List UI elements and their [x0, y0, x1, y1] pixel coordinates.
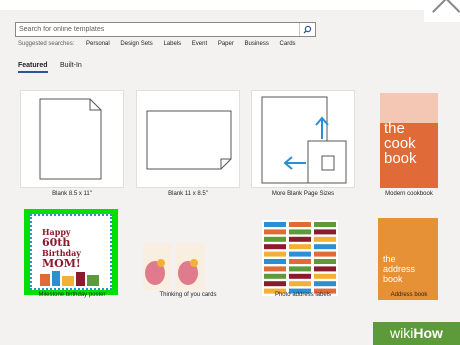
label-stripe: [289, 266, 311, 272]
label-stripe: [264, 222, 286, 227]
label-stripe: [289, 273, 311, 279]
top-strip: [0, 0, 460, 10]
label-stripe: [264, 236, 286, 242]
label-stripe: [314, 273, 336, 279]
label-stripe: [289, 251, 311, 257]
address-book-title: the address book: [383, 254, 415, 284]
label-stripe: [289, 244, 311, 250]
template-blank-portrait[interactable]: [20, 90, 124, 188]
cookbook-title: the cook book: [384, 121, 417, 166]
suggested-link-business[interactable]: Business: [245, 41, 269, 47]
template-modern-cookbook[interactable]: the cook book: [380, 93, 438, 188]
page-sizes-icon: [261, 96, 347, 184]
template-label: Photo address labels: [274, 292, 332, 298]
template-label: Thinking of you cards: [159, 292, 217, 298]
suggested-link-labels[interactable]: Labels: [163, 41, 181, 47]
cookbook-line-1: the: [384, 120, 405, 137]
template-label: Milestone birthday poster: [38, 292, 106, 298]
suggested-searches: Suggested searches: Personal Design Sets…: [18, 41, 305, 47]
label-stripe: [289, 281, 311, 287]
cookbook-line-3: book: [384, 150, 417, 167]
template-more-page-sizes[interactable]: [251, 90, 355, 188]
tab-built-in[interactable]: Built-In: [60, 62, 82, 69]
label-stripe: [314, 281, 336, 287]
template-thinking-of-you-cards[interactable]: [143, 243, 205, 290]
suggested-label: Suggested searches:: [18, 41, 75, 47]
label-stripe: [264, 273, 286, 279]
template-label: Blank 8.5 x 11": [52, 191, 92, 197]
blank-page-portrait-icon: [39, 98, 102, 180]
label-stripe: [264, 281, 286, 287]
address-labels-preview: [262, 220, 338, 296]
label-stripe: [289, 229, 311, 235]
label-stripe: [289, 222, 311, 227]
search-box[interactable]: [15, 22, 316, 37]
address-book-line-3: book: [383, 274, 403, 284]
address-book-line-1: the: [383, 254, 396, 264]
search-button[interactable]: [299, 23, 315, 36]
cards-preview: [143, 243, 205, 290]
label-stripe: [314, 266, 336, 272]
suggested-link-personal[interactable]: Personal: [86, 41, 110, 47]
label-stripe: [264, 259, 286, 264]
label-stripe: [289, 259, 311, 264]
label-stripe: [314, 222, 336, 227]
town-illustration: [40, 271, 99, 286]
template-label: Modern cookbook: [385, 191, 433, 197]
cookbook-line-2: cook: [384, 135, 416, 152]
template-blank-landscape[interactable]: [136, 90, 240, 188]
label-stripe: [264, 251, 286, 257]
cookbook-photo: [380, 93, 438, 123]
tab-featured[interactable]: Featured: [18, 62, 48, 73]
template-photo-address-labels[interactable]: [262, 220, 338, 296]
suggested-link-event[interactable]: Event: [192, 41, 207, 47]
label-stripe: [314, 229, 336, 235]
template-label: Address book: [390, 292, 428, 298]
template-address-book[interactable]: the address book: [378, 218, 438, 300]
wikihow-watermark: wikiHow: [373, 322, 460, 345]
watermark-how: How: [413, 325, 443, 341]
template-label: Blank 11 x 8.5": [168, 191, 208, 197]
search-input[interactable]: [19, 23, 299, 36]
blank-page-landscape-icon: [146, 110, 232, 170]
suggested-link-design-sets[interactable]: Design Sets: [120, 41, 152, 47]
template-milestone-birthday-poster[interactable]: Happy 60th Birthday MOM!: [24, 209, 118, 295]
watermark-wiki: wiki: [390, 325, 414, 341]
label-stripe: [314, 236, 336, 242]
birthday-poster-preview: Happy 60th Birthday MOM!: [30, 214, 112, 290]
label-stripe: [264, 229, 286, 235]
label-stripe: [314, 251, 336, 257]
label-stripe: [264, 244, 286, 250]
collapse-chevron-icon[interactable]: [424, 0, 460, 22]
birthday-poster-text: Happy 60th Birthday MOM!: [42, 228, 81, 270]
label-stripe: [289, 236, 311, 242]
label-stripe: [314, 244, 336, 250]
label-stripe: [264, 266, 286, 272]
address-book-line-2: address: [383, 264, 416, 274]
suggested-link-cards[interactable]: Cards: [280, 41, 296, 47]
label-stripe: [314, 259, 336, 264]
search-icon: [303, 25, 312, 34]
template-label: More Blank Page Sizes: [271, 191, 335, 197]
suggested-link-paper[interactable]: Paper: [218, 41, 234, 47]
